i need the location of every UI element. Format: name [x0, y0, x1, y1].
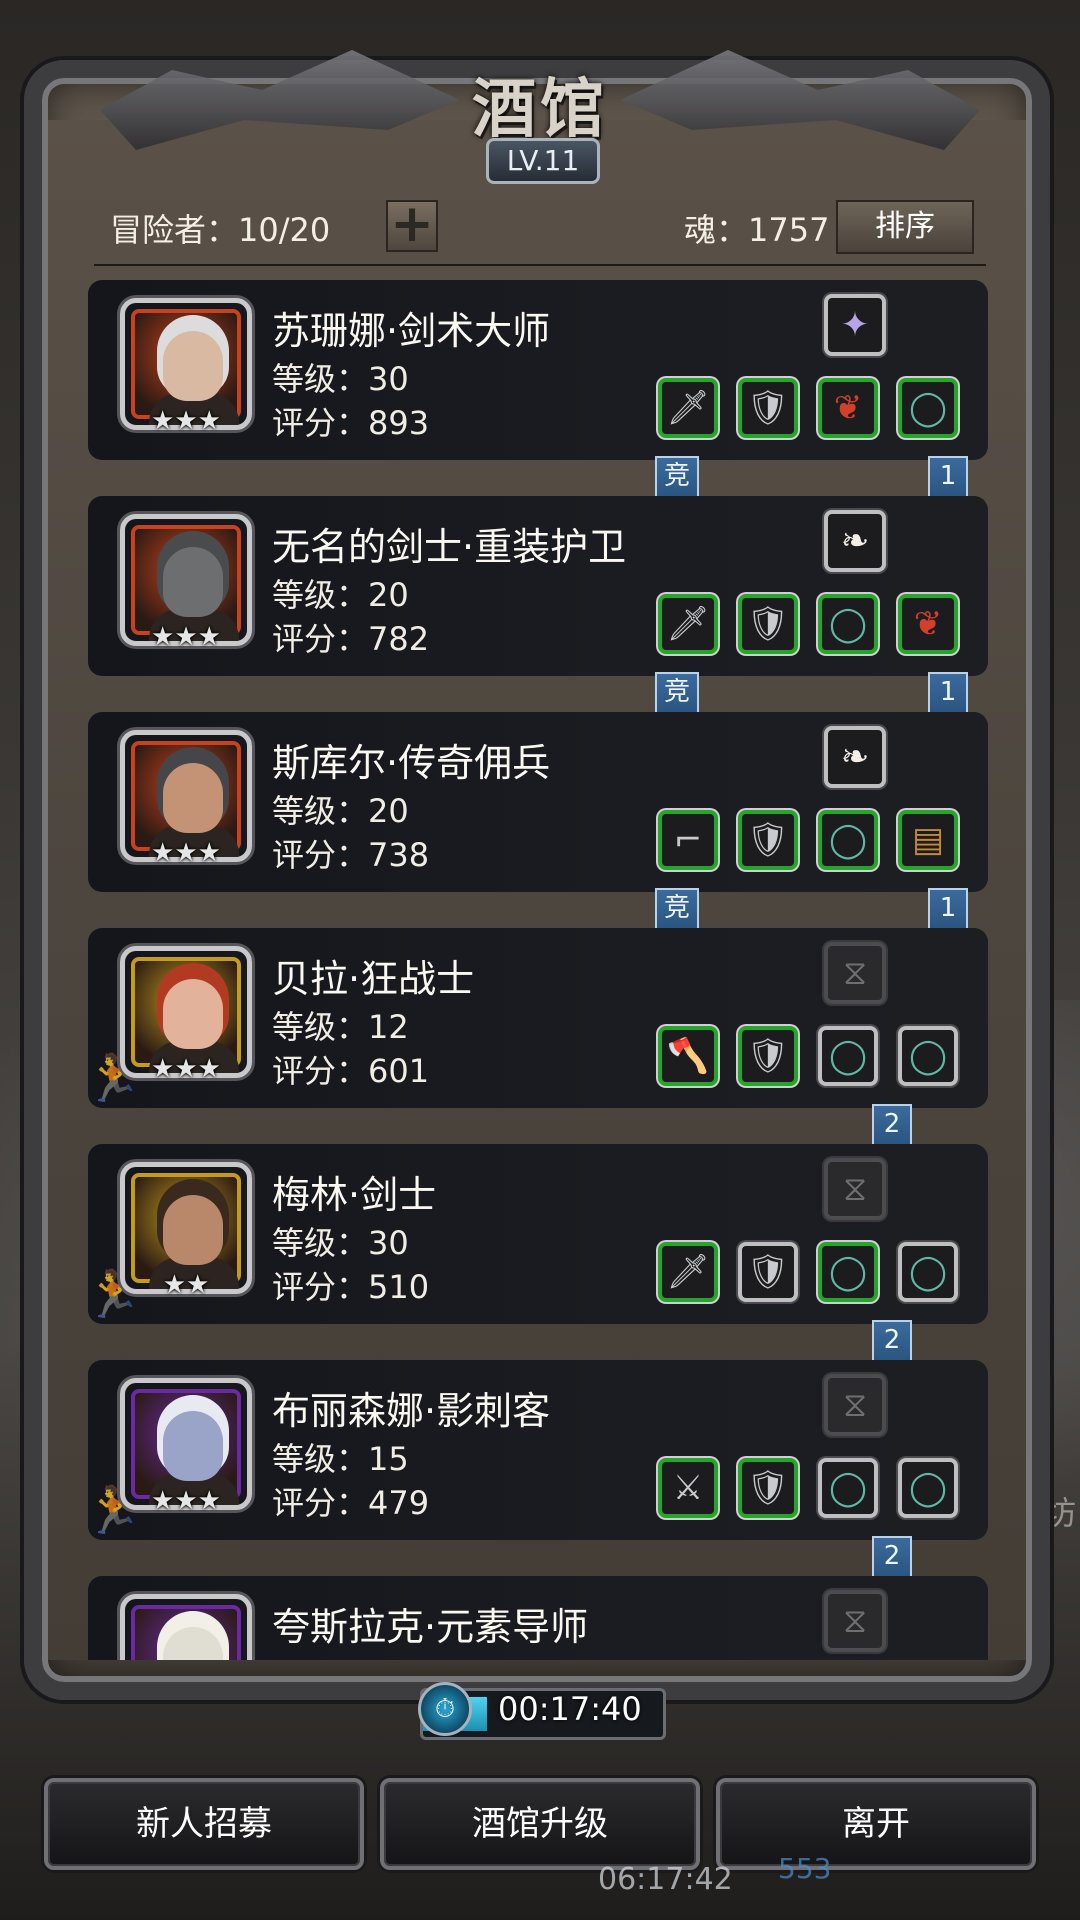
ring-icon[interactable]: ◯ — [818, 810, 878, 870]
portrait-frame — [131, 741, 241, 857]
sword-icon[interactable]: 🗡 — [658, 594, 718, 654]
hero-score: 评分：738 — [272, 836, 430, 874]
ring-icon[interactable]: ◯ — [898, 1242, 958, 1302]
hero-score: 评分：510 — [272, 1268, 430, 1306]
hero-card[interactable]: ★★★ 苏珊娜·剑术大师等级：30 评分：893 ✦ 🗡 🛡 ❦ ◯ — [88, 280, 988, 460]
hero-level: 等级：30 — [272, 1224, 409, 1262]
soul-count: 魂：1757 — [684, 211, 830, 249]
running-figure-icon: 🏃 — [88, 1048, 141, 1108]
axe-icon[interactable]: 🪓 — [658, 1026, 718, 1086]
hero-card[interactable]: ★★★ 布丽森娜·影刺客 等级：15 评分：479 ⧖ ⚔ 🛡 ◯ ◯ — [88, 1360, 988, 1540]
hero-name: 贝拉·狂战士 — [272, 957, 475, 1001]
hero-level: 等级：20 — [272, 792, 409, 830]
ring-icon[interactable]: ◯ — [898, 1458, 958, 1518]
empty-accessory-slot[interactable]: ⧖ — [824, 1158, 886, 1220]
hero-card[interactable]: ★★ 梅林·剑士 等级：30 评分：510 ⧖ 🗡 🛡 ◯ ◯ — [88, 1144, 988, 1324]
timer-value: 00:17:40 — [498, 1690, 642, 1728]
ring-icon[interactable]: ◯ — [898, 1026, 958, 1086]
hero-score: 评分：479 — [272, 1484, 430, 1522]
crystal-icon[interactable]: ✦ — [824, 294, 886, 356]
portrait-frame — [131, 1389, 241, 1505]
recruit-button[interactable]: 新人招募 — [44, 1778, 364, 1870]
sword-icon[interactable]: 🗡 — [658, 1242, 718, 1302]
adventurer-count: 冒险者：10/20 — [110, 211, 331, 249]
hero-card[interactable]: ★★★ 无名的剑士·重装护卫等级：20 评分：782 ❧ 🗡 🛡 ◯ ❦ — [88, 496, 988, 676]
tavern-level-badge: LV.11 — [486, 138, 600, 184]
portrait-face — [163, 331, 223, 401]
hero-score: 评分：601 — [272, 1052, 430, 1090]
hero-card[interactable]: ★★★ 斯库尔·传奇佣兵等级：20 评分：738 ❧ ⌐ 🛡 ◯ ▤ — [88, 712, 988, 892]
running-figure-icon: 🏃 — [88, 1480, 141, 1540]
ring-icon[interactable]: ◯ — [898, 378, 958, 438]
hero-name: 斯库尔·传奇佣兵 — [272, 741, 551, 785]
hero-portrait[interactable] — [120, 1594, 252, 1660]
portrait-face — [163, 979, 223, 1049]
cape-icon[interactable]: ❦ — [818, 378, 878, 438]
running-figure-icon: 🏃 — [88, 1264, 141, 1324]
background-clock: 06:17:42 — [598, 1862, 733, 1897]
feather-icon[interactable]: ❧ — [824, 726, 886, 788]
hero-card[interactable]: 夸斯拉克·元素导师 ⧖ — [88, 1576, 988, 1660]
hero-name: 夸斯拉克·元素导师 — [272, 1605, 589, 1649]
armor-icon[interactable]: 🛡 — [738, 1026, 798, 1086]
pistol-icon[interactable]: ⌐ — [658, 810, 718, 870]
hero-list[interactable]: ★★★ 苏珊娜·剑术大师 等级：30 评分：893 ✦ 🗡 🛡 ❦ ◯ 竞 1 ★★★ 无名的剑士·重装… — [88, 280, 988, 1660]
tavern-upgrade-button[interactable]: 酒馆升级 — [380, 1778, 700, 1870]
portrait-face — [163, 1627, 223, 1660]
ring-icon[interactable]: ◯ — [818, 1458, 878, 1518]
hero-star-rating: ★★★ — [151, 838, 221, 868]
portrait-face — [163, 763, 223, 833]
sort-button[interactable]: 排序 — [836, 200, 974, 254]
hero-level: 等级：30 — [272, 360, 409, 398]
armor-icon[interactable]: 🛡 — [738, 1458, 798, 1518]
hero-level: 等级：12 — [272, 1008, 409, 1046]
ring-icon[interactable]: ◯ — [818, 1242, 878, 1302]
header-divider — [94, 264, 986, 266]
hero-name: 苏珊娜·剑术大师 — [272, 309, 551, 353]
feather-icon[interactable]: ❧ — [824, 510, 886, 572]
cape-icon[interactable]: ❦ — [898, 594, 958, 654]
hero-name: 梅林·剑士 — [272, 1173, 437, 1217]
armor-icon[interactable]: 🛡 — [738, 594, 798, 654]
empty-accessory-slot[interactable]: ⧖ — [824, 942, 886, 1004]
empty-accessory-slot[interactable]: ⧖ — [824, 1590, 886, 1652]
portrait-frame — [131, 309, 241, 425]
tavern-title: 酒馆 — [472, 72, 608, 147]
hero-score: 评分：782 — [272, 620, 430, 658]
armor-icon[interactable]: 🛡 — [738, 378, 798, 438]
barrel-icon[interactable]: ▤ — [898, 810, 958, 870]
empty-accessory-slot[interactable]: ⧖ — [824, 1374, 886, 1436]
hero-star-rating: ★★★ — [151, 406, 221, 436]
add-adventurer-slot-button[interactable]: + — [386, 198, 438, 252]
sword-icon[interactable]: 🗡 — [658, 378, 718, 438]
portrait-frame — [131, 957, 241, 1073]
armor-icon[interactable]: 🛡 — [738, 810, 798, 870]
ring-icon[interactable]: ◯ — [818, 594, 878, 654]
portrait-face — [163, 547, 223, 617]
ring-icon[interactable]: ◯ — [818, 1026, 878, 1086]
portrait-frame — [131, 1605, 241, 1660]
portrait-frame — [131, 525, 241, 641]
hero-star-rating: ★★★ — [151, 622, 221, 652]
clock-icon: ⏱ — [418, 1682, 472, 1736]
armor-icon[interactable]: 🛡 — [738, 1242, 798, 1302]
portrait-frame — [131, 1173, 241, 1289]
hero-level: 等级：20 — [272, 576, 409, 614]
portrait-face — [163, 1195, 223, 1265]
portrait-face — [163, 1411, 223, 1481]
dagger-icon[interactable]: ⚔ — [658, 1458, 718, 1518]
background-resource-count: 553 — [778, 1852, 832, 1885]
hero-level: 等级：15 — [272, 1440, 409, 1478]
hero-score: 评分：893 — [272, 404, 430, 442]
hero-card[interactable]: ★★★ 贝拉·狂战士 等级：12 评分：601 ⧖ 🪓 🛡 ◯ ◯ — [88, 928, 988, 1108]
hero-name: 无名的剑士·重装护卫 — [272, 525, 627, 569]
hero-name: 布丽森娜·影刺客 — [272, 1389, 551, 1433]
leave-button[interactable]: 离开 — [716, 1778, 1036, 1870]
